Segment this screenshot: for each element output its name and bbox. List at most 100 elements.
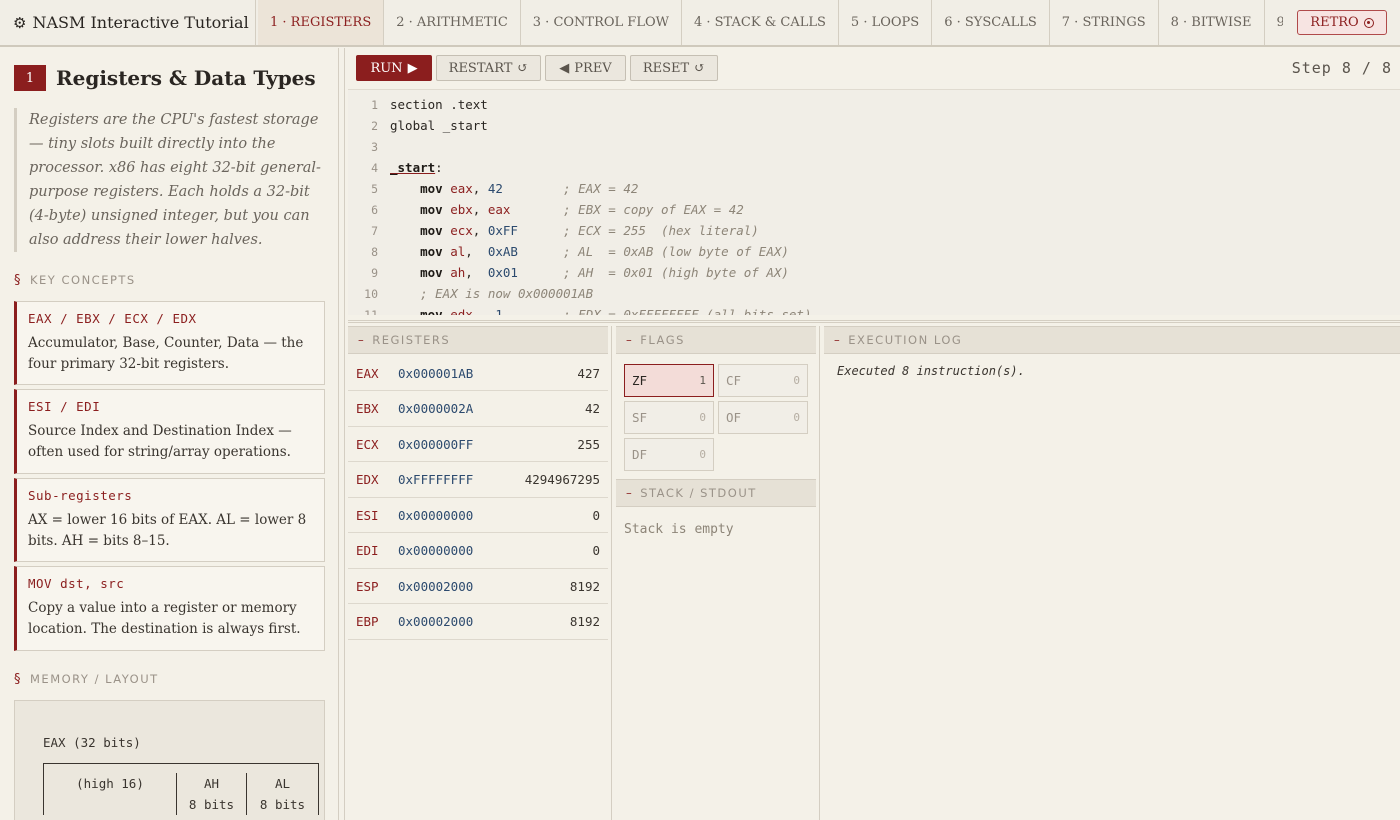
top-nav: ⚙ NASM Interactive Tutorial 1 · REGISTER… [0, 0, 1400, 47]
prev-button[interactable]: ◀ PREV [545, 55, 626, 81]
register-row-ebx: EBX 0x0000002A 42 [348, 392, 608, 427]
register-row-esi: ESI 0x00000000 0 [348, 498, 608, 533]
register-row-edx: EDX 0xFFFFFFFF 4294967295 [348, 463, 608, 498]
run-button[interactable]: RUN ▶ [356, 55, 432, 81]
lesson-title: Registers & Data Types [56, 66, 316, 90]
collapse-icon[interactable]: – [626, 333, 633, 347]
ah-bits-cell: 8 bits [177, 794, 247, 815]
play-icon: ▶ [407, 60, 418, 76]
code-line: 3 [348, 136, 1400, 157]
code-line: 4 _start: [348, 157, 1400, 178]
concept-definition: Copy a value into a register or memory l… [28, 600, 301, 637]
line-number: 4 [371, 160, 378, 175]
high-16-cell [43, 794, 177, 815]
code-line: 6 mov ebx, eax ; EBX = copy of EAX = 42 [348, 199, 1400, 220]
registers-panel-header: – REGISTERS [348, 326, 608, 354]
app-brand: ⚙ NASM Interactive Tutorial [0, 0, 256, 45]
register-hex-value: 0x00002000 [398, 578, 474, 594]
code-line: 9 mov ah, 0x01 ; AH = 0x01 (high byte of… [348, 262, 1400, 283]
register-hex-value: 0x00000000 [398, 543, 474, 558]
flag-sf: SF 0 [624, 401, 714, 434]
concept-card: EAX / EBX / ECX / EDX Accumulator, Base,… [14, 301, 325, 385]
register-decimal-value: 255 [577, 436, 600, 452]
target-icon [1363, 17, 1374, 28]
code-text: section .text [390, 97, 488, 112]
flag-value: 0 [699, 448, 706, 461]
register-hex-value: 0x000001AB [398, 365, 474, 381]
register-name: EDI [356, 543, 379, 558]
memory-layout-heading: § MEMORY / LAYOUT [14, 672, 159, 687]
concept-definition: AX = lower 16 bits of EAX. AL = lower 8 … [28, 512, 307, 549]
register-bit-diagram: (high 16) AH AL 8 bits 8 bits [43, 763, 319, 815]
section-icon: § [14, 672, 22, 687]
register-hex-value: 0x000000FF [398, 436, 474, 452]
register-name: ESI [356, 507, 379, 523]
tab-stack-calls[interactable]: 4 · STACK & CALLS [682, 0, 839, 45]
restart-button[interactable]: RESTART ↺ [436, 55, 541, 81]
sidebar-divider [344, 48, 345, 820]
concept-term: Sub-registers [28, 488, 133, 503]
concept-definition: Accumulator, Base, Counter, Data — the f… [28, 335, 304, 372]
code-text: mov al, 0xAB ; AL = 0xAB (low byte of EA… [420, 244, 789, 259]
register-name: EBP [356, 614, 379, 629]
collapse-icon[interactable]: – [834, 333, 841, 347]
flag-name: OF [726, 410, 742, 425]
code-text: global _start [390, 118, 488, 133]
code-editor[interactable]: 1 section .text 2 global _start 3 4 _start: 5 m… [348, 89, 1400, 315]
flag-value: 0 [793, 411, 800, 424]
tab-control-flow[interactable]: 3 · CONTROL FLOW [521, 0, 682, 45]
code-text: mov ecx, 0xFF ; ECX = 255 (hex literal) [420, 223, 759, 238]
line-number: 1 [371, 97, 378, 112]
tab-arithmetic[interactable]: 2 · ARITHMETIC [384, 0, 521, 45]
register-hex-value: 0x00000000 [398, 507, 474, 523]
flag-name: ZF [632, 373, 648, 388]
lesson-description: Registers are the CPU's fastest storage … [14, 108, 325, 252]
tab-addressing[interactable]: 9 · ADDRESSING [1265, 0, 1283, 45]
lesson-header: 1 Registers & Data Types [14, 65, 316, 91]
tab-bitwise[interactable]: 8 · BITWISE [1159, 0, 1265, 45]
register-decimal-value: 427 [577, 365, 600, 381]
lesson-tabs: 1 · REGISTERS 2 · ARITHMETIC 3 · CONTROL… [258, 0, 1283, 45]
tab-registers[interactable]: 1 · REGISTERS [258, 0, 385, 45]
flag-name: DF [632, 447, 648, 462]
flag-value: 0 [699, 411, 706, 424]
tab-strings[interactable]: 7 · STRINGS [1050, 0, 1159, 45]
register-row-eax: EAX 0x000001AB 427 [348, 356, 608, 391]
app-title: NASM Interactive Tutorial [32, 13, 249, 32]
ah-cell: AH [177, 773, 247, 794]
code-text: mov eax, 42 ; EAX = 42 [420, 181, 639, 196]
tab-syscalls[interactable]: 6 · SYSCALLS [932, 0, 1050, 45]
line-number: 6 [371, 202, 378, 217]
register-decimal-value: 0 [592, 543, 600, 558]
code-text: _start: [390, 160, 443, 175]
high-16-cell: (high 16) [43, 773, 177, 794]
flag-name: SF [632, 410, 648, 425]
register-decimal-value: 8192 [569, 614, 600, 629]
concept-card: Sub-registers AX = lower 16 bits of EAX.… [14, 478, 325, 562]
retro-label: RETRO [1310, 15, 1359, 30]
collapse-icon[interactable]: – [626, 486, 633, 500]
flag-value: 0 [793, 374, 800, 387]
al-bits-cell: 8 bits [247, 794, 319, 815]
line-number: 5 [371, 181, 378, 196]
panel-divider [611, 326, 612, 820]
register-row-esp: ESP 0x00002000 8192 [348, 569, 608, 604]
restart-label: RESTART [448, 60, 513, 76]
register-decimal-value: 4294967295 [524, 472, 600, 487]
register-row-edi: EDI 0x00000000 0 [348, 534, 608, 569]
pane-splitter[interactable] [348, 320, 1400, 323]
reset-button[interactable]: RESET ↺ [630, 55, 718, 81]
retro-button[interactable]: RETRO [1297, 10, 1387, 35]
flag-of: OF 0 [718, 401, 808, 434]
register-hex-value: 0x00002000 [398, 614, 474, 629]
key-concepts-heading: § KEY CONCEPTS [14, 273, 136, 288]
register-name: ECX [356, 436, 379, 452]
collapse-icon[interactable]: – [358, 333, 365, 347]
register-name: EAX [356, 365, 379, 381]
flag-name: CF [726, 373, 742, 388]
register-hex-value: 0xFFFFFFFF [398, 472, 474, 487]
refresh-icon: ↺ [517, 60, 529, 76]
register-decimal-value: 8192 [569, 578, 600, 594]
concept-term: EAX / EBX / ECX / EDX [28, 311, 197, 326]
tab-loops[interactable]: 5 · LOOPS [839, 0, 933, 45]
